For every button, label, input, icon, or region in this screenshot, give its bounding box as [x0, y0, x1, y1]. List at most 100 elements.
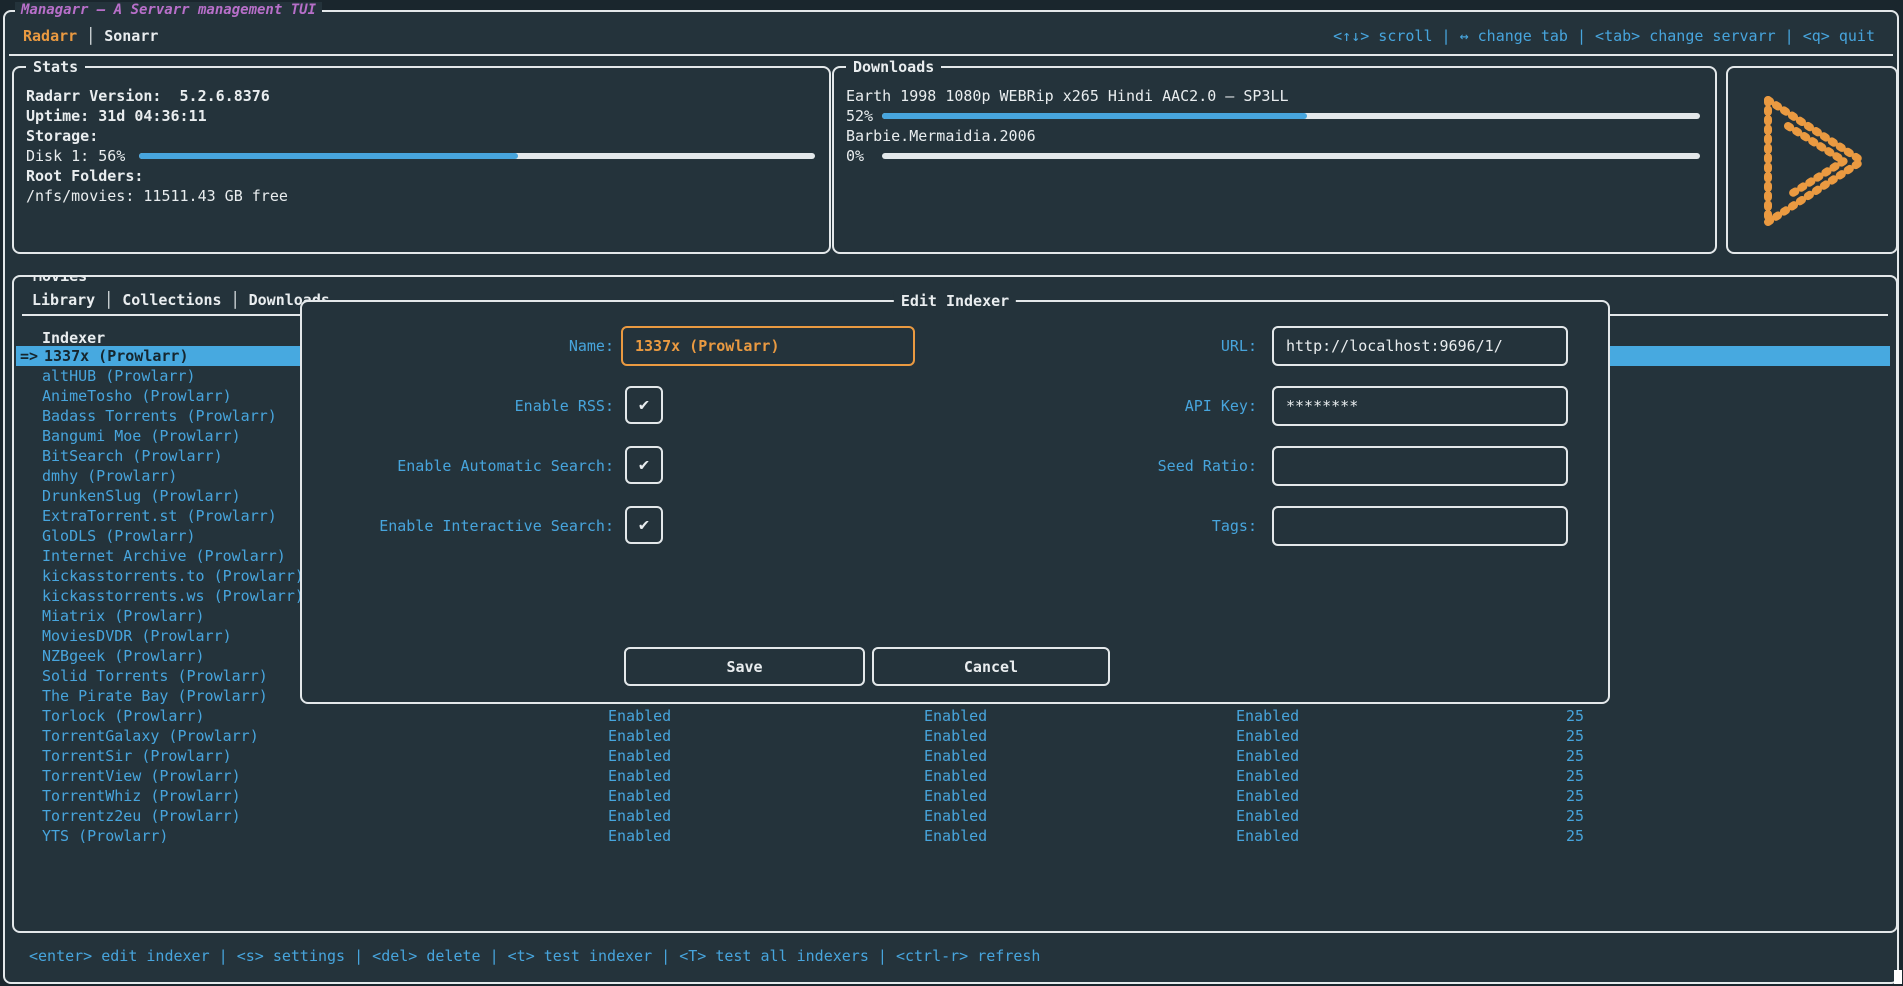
indexer-name: TorrentGalaxy (Prowlarr) [42, 726, 259, 746]
checkmark-icon: ✔ [639, 395, 649, 415]
radarr-version: Radarr Version: 5.2.6.8376 [26, 86, 270, 106]
automatic-search-value: Enabled [924, 746, 987, 766]
download-item-percent: 52% [846, 106, 873, 126]
indexer-name: Badass Torrents (Prowlarr) [42, 406, 277, 426]
indexer-name: TorrentWhiz (Prowlarr) [42, 786, 241, 806]
tab-radarr[interactable]: Radarr [23, 27, 77, 45]
disk-usage-label: Disk 1: 56% [26, 146, 125, 166]
api-key-input[interactable]: ******** [1272, 386, 1568, 426]
automatic-search-value: Enabled [924, 826, 987, 846]
automatic-search-value: Enabled [924, 726, 987, 746]
indexer-name: dmhy (Prowlarr) [42, 466, 177, 486]
automatic-search-value: Enabled [924, 806, 987, 826]
rss-value: Enabled [608, 746, 671, 766]
download-item-title: Earth 1998 1080p WEBRip x265 Hindi AAC2.… [846, 86, 1289, 106]
tags-input[interactable] [1272, 506, 1568, 546]
name-input-value: 1337x (Prowlarr) [635, 337, 780, 355]
checkmark-icon: ✔ [639, 455, 649, 475]
enable-interactive-search-checkbox[interactable]: ✔ [625, 506, 663, 544]
rss-value: Enabled [608, 826, 671, 846]
priority-value: 25 [1354, 726, 1584, 746]
interactive-search-value: Enabled [1236, 786, 1299, 806]
api-key-input-value: ******** [1286, 397, 1358, 415]
stats-panel: Stats Radarr Version: 5.2.6.8376 Uptime:… [12, 66, 831, 254]
tab-separator: │ [86, 27, 95, 45]
interactive-search-value: Enabled [1236, 706, 1299, 726]
top-keybind-hints: <↑↓> scroll | ↔ change tab | <tab> chang… [1333, 26, 1875, 46]
url-input[interactable]: http://localhost:9696/1/ [1272, 326, 1568, 366]
priority-value: 25 [1354, 826, 1584, 846]
enable-rss-label: Enable RSS: [324, 386, 614, 426]
automatic-search-value: Enabled [924, 766, 987, 786]
table-row[interactable]: TorrentGalaxy (Prowlarr) Enabled Enabled En… [14, 726, 1890, 746]
table-row[interactable]: TorrentSir (Prowlarr)EnabledEnabledEnabl… [14, 746, 1890, 766]
indexer-name: kickasstorrents.ws (Prowlarr) [42, 586, 304, 606]
indexer-name: TorrentView (Prowlarr) [42, 766, 241, 786]
enable-rss-checkbox[interactable]: ✔ [625, 386, 663, 424]
enable-automatic-search-checkbox[interactable]: ✔ [625, 446, 663, 484]
indexer-name: altHUB (Prowlarr) [42, 366, 196, 386]
table-row[interactable]: YTS (Prowlarr) Enabled Enabled Enabled 25 [14, 826, 1890, 846]
indexer-name: NZBgeek (Prowlarr) [42, 646, 205, 666]
indexer-name: The Pirate Bay (Prowlarr) [42, 686, 268, 706]
download-progress-bar [882, 153, 1700, 159]
indexer-name: AnimeTosho (Prowlarr) [42, 386, 232, 406]
servarr-tabbar: Radarr │ Sonarr [23, 26, 158, 46]
interactive-search-value: Enabled [1236, 726, 1299, 746]
tags-label: Tags: [967, 506, 1257, 546]
interactive-search-value: Enabled [1236, 766, 1299, 786]
footer-keybind-hints: <enter> edit indexer | <s> settings | <d… [29, 946, 1040, 966]
indexer-name: Torrentz2eu (Prowlarr) [42, 806, 241, 826]
interactive-search-value: Enabled [1236, 746, 1299, 766]
logo-panel [1726, 66, 1898, 254]
name-label: Name: [324, 326, 614, 366]
rss-value: Enabled [608, 806, 671, 826]
download-item-percent: 0% [846, 146, 864, 166]
download-bar-fill [882, 113, 1307, 119]
automatic-search-value: Enabled [924, 706, 987, 726]
rss-value: Enabled [608, 766, 671, 786]
modal-title: Edit Indexer [894, 291, 1016, 311]
seed-ratio-input[interactable] [1272, 446, 1568, 486]
indexer-name: BitSearch (Prowlarr) [42, 446, 223, 466]
indexer-name: YTS (Prowlarr) [42, 826, 168, 846]
indexer-name: Internet Archive (Prowlarr) [42, 546, 286, 566]
selected-row-marker: => [20, 346, 38, 366]
tab-sonarr[interactable]: Sonarr [104, 27, 158, 45]
priority-value: 25 [1354, 786, 1584, 806]
table-row[interactable]: TorrentView (Prowlarr) Enabled Enabled Enab… [14, 766, 1890, 786]
rss-value: Enabled [608, 786, 671, 806]
uptime: Uptime: 31d 04:36:11 [26, 106, 207, 126]
priority-value: 25 [1354, 746, 1584, 766]
rss-value: Enabled [608, 726, 671, 746]
table-row[interactable]: Torlock (Prowlarr)EnabledEnabledEnabled2… [14, 706, 1890, 726]
disk-bar-fill [139, 153, 518, 159]
edit-indexer-modal: Edit Indexer Name: 1337x (Prowlarr) URL:… [300, 300, 1610, 704]
interactive-search-value: Enabled [1236, 806, 1299, 826]
table-row[interactable]: TorrentWhiz (Prowlarr) Enabled Enabled Enab… [14, 786, 1890, 806]
downloads-panel: Downloads Earth 1998 1080p WEBRip x265 H… [832, 66, 1717, 254]
indexer-name: Bangumi Moe (Prowlarr) [42, 426, 241, 446]
name-input[interactable]: 1337x (Prowlarr) [621, 326, 915, 366]
table-row[interactable]: Torrentz2eu (Prowlarr) Enabled Enabled Enab… [14, 806, 1890, 826]
automatic-search-value: Enabled [924, 786, 987, 806]
enable-automatic-search-label: Enable Automatic Search: [324, 446, 614, 486]
save-button[interactable]: Save [624, 647, 865, 686]
cancel-button[interactable]: Cancel [872, 647, 1110, 686]
root-folders-label: Root Folders: [26, 166, 143, 186]
play-logo-icon [1748, 86, 1878, 236]
storage-label: Storage: [26, 126, 98, 146]
indexer-name: Solid Torrents (Prowlarr) [42, 666, 268, 686]
indexer-name: MoviesDVDR (Prowlarr) [42, 626, 232, 646]
enable-interactive-search-label: Enable Interactive Search: [324, 506, 614, 546]
priority-value: 25 [1354, 706, 1584, 726]
indexer-name: DrunkenSlug (Prowlarr) [42, 486, 241, 506]
root-folder-free: /nfs/movies: 11511.43 GB free [26, 186, 288, 206]
priority-value: 25 [1354, 806, 1584, 826]
indexer-name: Miatrix (Prowlarr) [42, 606, 205, 626]
header-divider [9, 54, 1893, 56]
rss-value: Enabled [608, 706, 671, 726]
priority-value: 25 [1354, 766, 1584, 786]
indexer-name: 1337x (Prowlarr) [44, 346, 189, 366]
interactive-search-value: Enabled [1236, 826, 1299, 846]
